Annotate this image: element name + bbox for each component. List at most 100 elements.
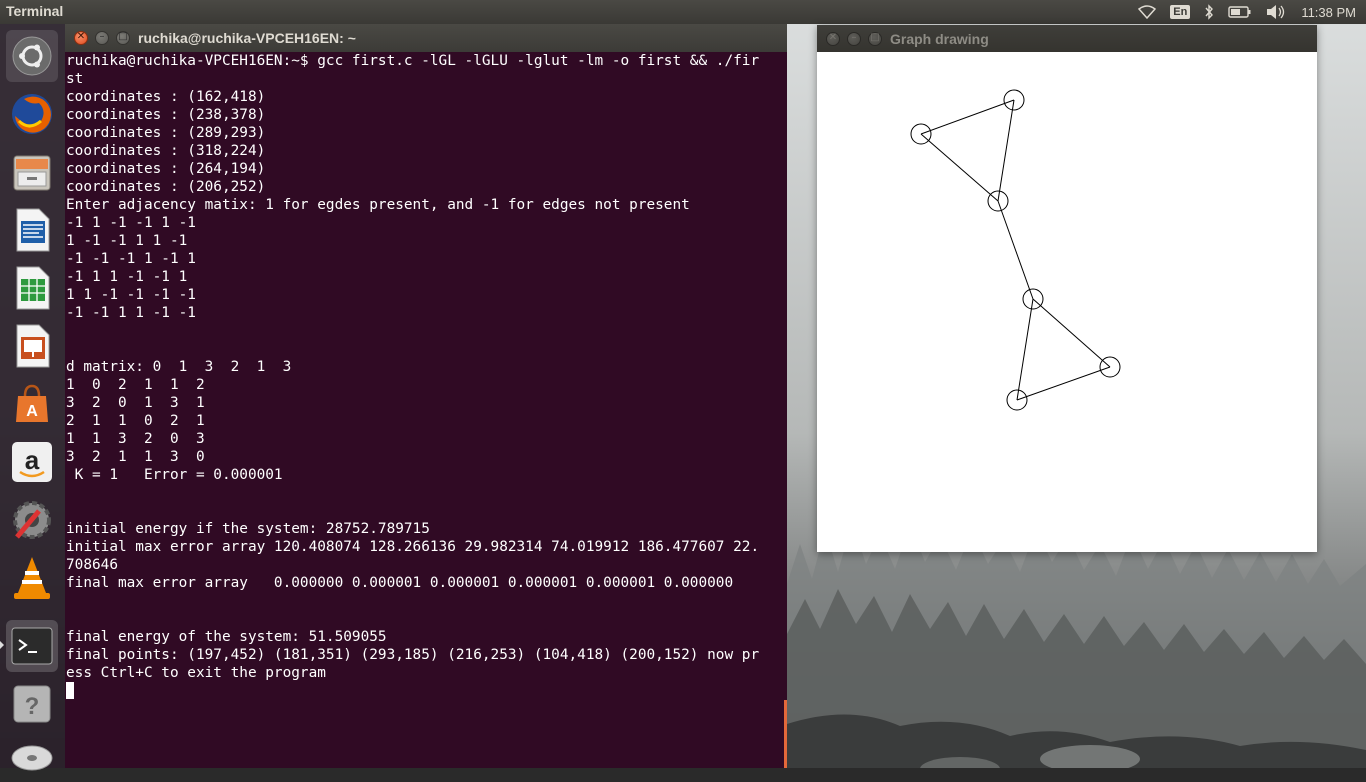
graph-canvas[interactable] (817, 52, 1317, 552)
terminal-line: initial max error array 120.408074 128.2… (66, 539, 760, 555)
terminal-line: -1 -1 1 1 -1 -1 (66, 305, 196, 321)
graph-edge (1016, 298, 1034, 401)
terminal-line: d matrix: 0 1 3 2 1 3 (66, 359, 292, 375)
svg-text:A: A (26, 403, 38, 420)
launcher-item-writer[interactable] (6, 204, 58, 256)
maximize-icon: □ (870, 32, 880, 43)
graph-edge (997, 200, 1034, 300)
terminal-line: -1 1 1 -1 -1 1 (66, 269, 188, 285)
text-cursor (66, 682, 74, 699)
amazon-icon: a (10, 440, 54, 484)
file-cabinet-icon (10, 150, 54, 194)
terminal-line: coordinates : (206,252) (66, 179, 266, 195)
graph-maximize-button[interactable]: □ (868, 32, 882, 46)
graph-edge (1016, 366, 1111, 401)
bluetooth-icon[interactable] (1204, 4, 1214, 20)
close-icon: ✕ (76, 31, 86, 42)
launcher-item-dash[interactable] (6, 30, 58, 82)
launcher-item-calc[interactable] (6, 262, 58, 314)
indicator-area: En 11:38 PM (1131, 0, 1366, 24)
terminal-line: -1 1 -1 -1 1 -1 (66, 215, 196, 231)
terminal-line: final points: (197,452) (181,351) (293,1… (66, 647, 760, 663)
terminal-line: 1 0 2 1 1 2 (66, 377, 205, 393)
terminal-prompt-line[interactable] (66, 682, 786, 700)
terminal-line: initial energy if the system: 28752.7897… (66, 521, 430, 537)
battery-icon[interactable] (1228, 6, 1252, 18)
terminal-line: 3 2 0 1 3 1 (66, 395, 205, 411)
terminal-line: final max error array 0.000000 0.000001 … (66, 575, 734, 591)
volume-icon[interactable] (1266, 4, 1286, 20)
maximize-button[interactable]: □ (116, 31, 130, 45)
settings-icon (9, 497, 55, 543)
terminal-line: 2 1 1 0 2 1 (66, 413, 205, 429)
graph-edge (920, 133, 999, 202)
launcher-item-vlc[interactable] (6, 552, 58, 604)
terminal-line: coordinates : (238,378) (66, 107, 266, 123)
close-icon: ✕ (828, 32, 838, 43)
minimize-icon: – (851, 32, 857, 43)
graph-edge (997, 99, 1015, 202)
help-icon: ? (10, 682, 54, 726)
terminal-line: 1 1 -1 -1 -1 -1 (66, 287, 196, 303)
launcher-item-files[interactable] (6, 146, 58, 198)
launcher-item-settings[interactable] (6, 494, 58, 546)
launcher-item-terminal[interactable] (6, 620, 58, 672)
terminal-window[interactable]: ✕ – □ ruchika@ruchika-VPCEH16EN: ~ ruchi… (65, 24, 787, 768)
terminal-line: 3 2 1 1 3 0 (66, 449, 205, 465)
graph-drawing-window[interactable]: ✕ – □ Graph drawing (817, 25, 1317, 552)
terminal-line: coordinates : (289,293) (66, 125, 266, 141)
active-app-title: Terminal (6, 3, 64, 19)
top-panel: Terminal En 11:38 PM (0, 0, 1366, 24)
wifi-icon[interactable] (1138, 5, 1157, 19)
terminal-line: ess Ctrl+C to exit the program (66, 665, 326, 681)
terminal-line: ruchika@ruchika-VPCEH16EN:~$ gcc first.c… (66, 53, 760, 69)
minimize-icon: – (99, 31, 105, 42)
launcher-item-amazon[interactable]: a (6, 436, 58, 488)
minimize-button[interactable]: – (95, 31, 109, 45)
terminal-line: final energy of the system: 51.509055 (66, 629, 387, 645)
launcher-item-help[interactable]: ? (6, 678, 58, 730)
writer-icon (11, 207, 53, 253)
clock[interactable]: 11:38 PM (1301, 5, 1356, 20)
ubuntu-logo-icon (11, 35, 53, 77)
vlc-cone-icon (10, 555, 54, 601)
keyboard-layout-indicator[interactable]: En (1170, 5, 1191, 19)
terminal-output[interactable]: ruchika@ruchika-VPCEH16EN:~$ gcc first.c… (66, 52, 786, 768)
terminal-title: ruchika@ruchika-VPCEH16EN: ~ (138, 30, 356, 46)
disc-icon (10, 738, 54, 774)
shopping-bag-icon: A (10, 382, 54, 426)
firefox-icon (9, 91, 55, 137)
launcher-item-software-center[interactable]: A (6, 378, 58, 430)
maximize-icon: □ (118, 31, 128, 42)
launcher-item-impress[interactable] (6, 320, 58, 372)
launcher-item-dvd[interactable] (6, 730, 58, 782)
terminal-line: st (66, 71, 84, 87)
terminal-line: 1 -1 -1 1 1 -1 (66, 233, 188, 249)
graph-minimize-button[interactable]: – (847, 32, 861, 46)
launcher: A a ? (0, 24, 66, 771)
launcher-item-firefox[interactable] (6, 88, 58, 140)
terminal-titlebar[interactable]: ✕ – □ ruchika@ruchika-VPCEH16EN: ~ (65, 24, 787, 52)
terminal-line: coordinates : (264,194) (66, 161, 266, 177)
svg-text:?: ? (25, 693, 40, 720)
terminal-scrollbar[interactable] (784, 700, 787, 768)
graph-edge (1032, 298, 1111, 368)
graph-titlebar[interactable]: ✕ – □ Graph drawing (817, 25, 1317, 52)
terminal-line: coordinates : (318,224) (66, 143, 266, 159)
calc-icon (11, 265, 53, 311)
graph-window-title: Graph drawing (890, 31, 989, 47)
terminal-line: coordinates : (162,418) (66, 89, 266, 105)
active-indicator-arrow (0, 641, 4, 649)
terminal-line: Enter adjacency matix: 1 for egdes prese… (66, 197, 690, 213)
graph-edge (920, 99, 1015, 135)
terminal-line: 708646 (66, 557, 118, 573)
terminal-line: 1 1 3 2 0 3 (66, 431, 205, 447)
close-button[interactable]: ✕ (74, 31, 88, 45)
graph-close-button[interactable]: ✕ (826, 32, 840, 46)
